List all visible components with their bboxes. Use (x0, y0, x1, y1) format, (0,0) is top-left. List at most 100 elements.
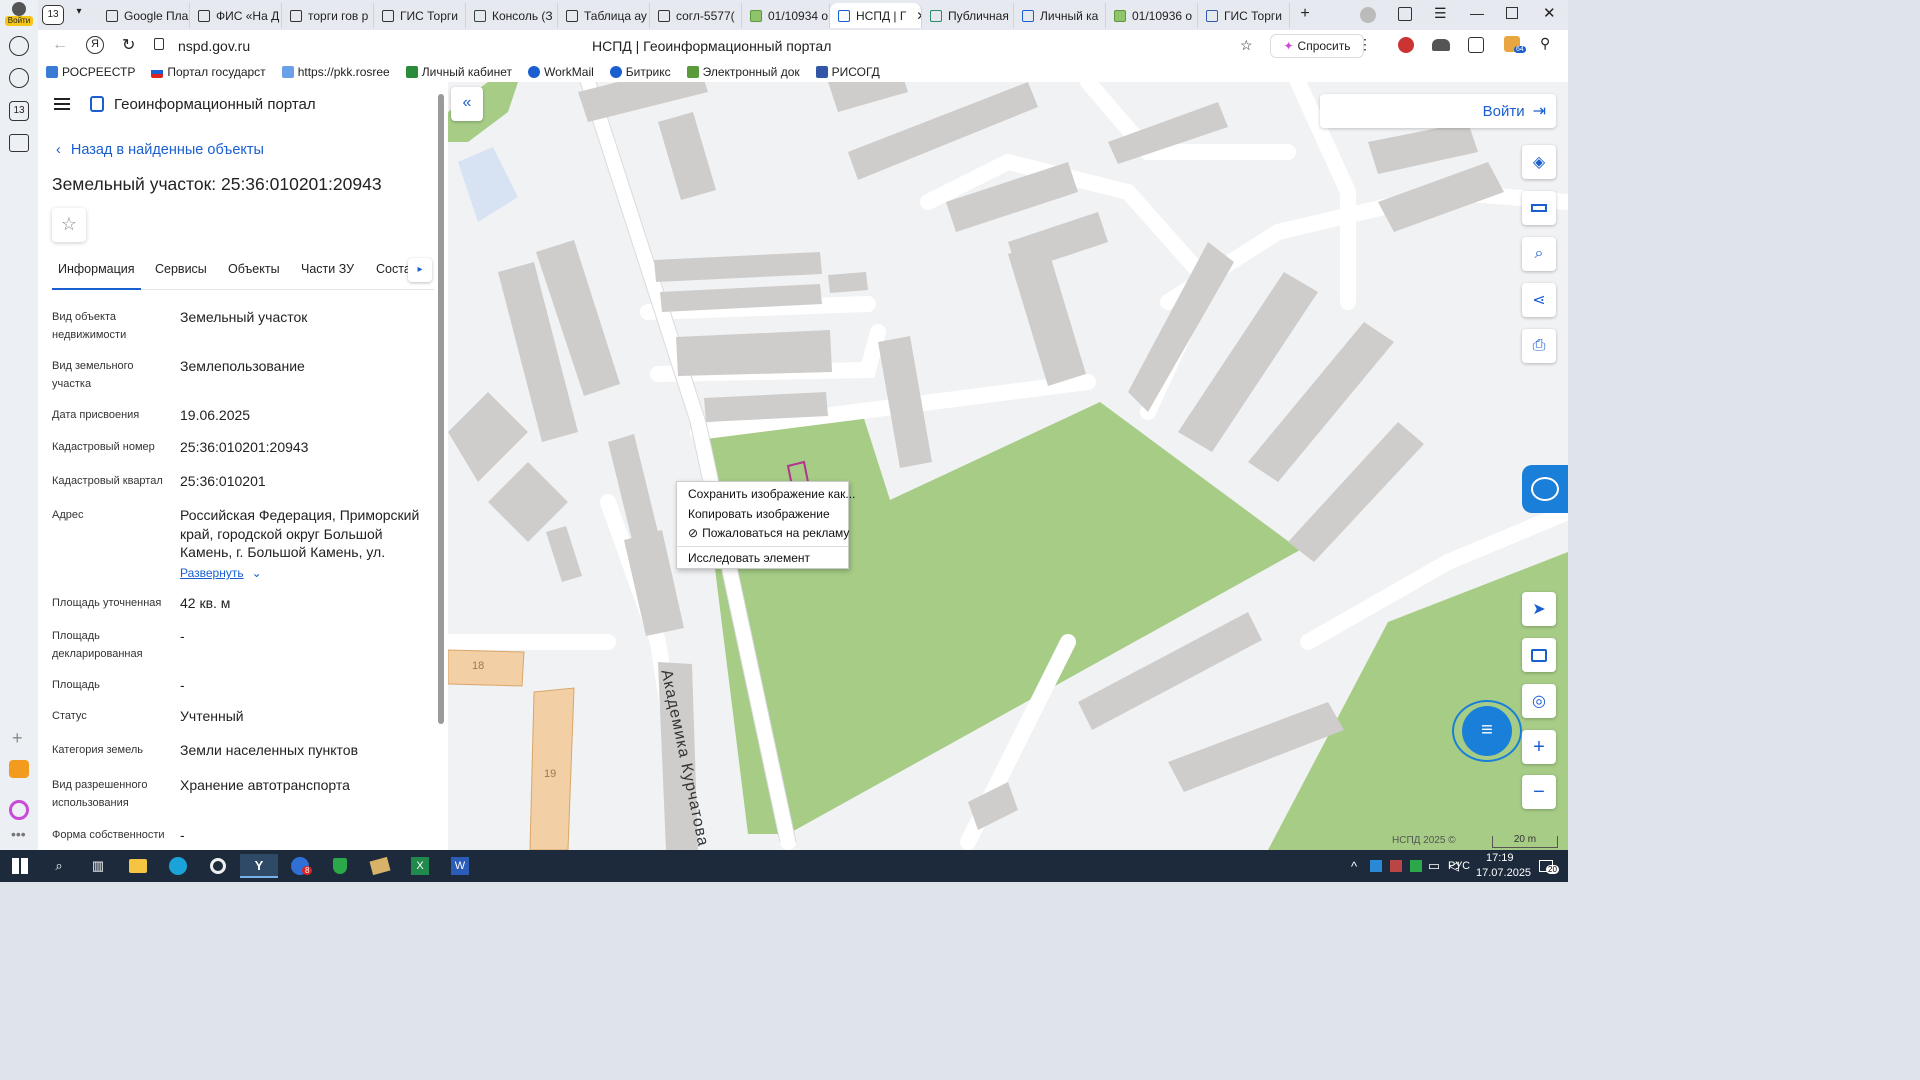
tab-6[interactable]: согл-5577( (650, 3, 742, 28)
bookmark-bitrix[interactable]: Битрикс (602, 65, 679, 79)
tab-12[interactable]: ГИС Торги (1198, 3, 1290, 28)
bookmark-gosuslugi[interactable]: Портал государст (143, 65, 273, 79)
more-icon[interactable]: ••• (11, 826, 26, 842)
tab-7[interactable]: 01/10934 о (742, 3, 830, 28)
clock-date[interactable]: 17.07.2025 (1476, 867, 1531, 879)
chat-button[interactable]: ≡ (1452, 700, 1522, 762)
tab-9[interactable]: Публичная (922, 3, 1014, 28)
notifications-button[interactable]: 20 (1532, 854, 1560, 878)
parcel-18[interactable] (448, 649, 525, 687)
expand-link[interactable]: Развернуть ⌄ (180, 566, 262, 580)
bookmark-pkk[interactable]: https://pkk.rosree (274, 65, 398, 79)
tab-objects[interactable]: Объекты (228, 262, 280, 276)
collapse-panel-button[interactable]: « (451, 87, 483, 121)
edge-button[interactable] (164, 854, 192, 878)
ask-button[interactable]: ✦ Спросить (1270, 34, 1364, 58)
geolocation-button[interactable]: ➤ (1522, 592, 1556, 626)
url-field[interactable]: nspd.gov.ru НСПД | Геоинформационный пор… (150, 34, 1298, 58)
bookmark-workmail[interactable]: WorkMail (520, 65, 602, 79)
share-button[interactable]: ⋖ (1522, 283, 1556, 317)
security-app-button[interactable] (326, 854, 354, 878)
back-icon[interactable]: ← (52, 36, 68, 54)
menu-item-save-image[interactable]: Сохранить изображение как... (688, 487, 855, 501)
history-icon[interactable] (9, 36, 29, 56)
tab-parts[interactable]: Части ЗУ (301, 262, 354, 276)
tabs-scroll-right-button[interactable]: ▸ (408, 258, 432, 282)
hamburger-icon[interactable] (54, 98, 70, 110)
camera-icon[interactable] (9, 134, 29, 152)
word-button[interactable]: W (446, 854, 474, 878)
bookmark-edo[interactable]: Электронный док (679, 65, 808, 79)
map-view[interactable]: 18 19 Академика Курчатова (448, 82, 1568, 850)
extension-icon-1[interactable] (1398, 37, 1414, 53)
print-button[interactable]: ⎙ (1522, 329, 1556, 363)
tab-5[interactable]: Таблица ау (558, 3, 650, 28)
extension-icon-4[interactable]: 64 (1504, 36, 1526, 53)
tab-4[interactable]: Консоль (З (466, 3, 558, 28)
zoom-out-button[interactable]: − (1522, 775, 1556, 809)
tab-8-active[interactable]: НСПД | Г✕ (830, 3, 922, 28)
menu-item-report-ad[interactable]: ⊘ Пожаловаться на рекламу (688, 526, 849, 540)
minimize-button[interactable]: — (1470, 5, 1484, 21)
layers-button[interactable]: ◈ (1522, 145, 1556, 179)
add-icon[interactable]: + (12, 728, 23, 749)
portal-title[interactable]: Геоинформационный портал (114, 96, 316, 113)
feedback-widget-button[interactable] (1522, 465, 1568, 513)
mail-icon[interactable] (9, 760, 29, 778)
search-button[interactable]: ⌕ (45, 854, 73, 878)
alice-icon[interactable] (9, 800, 29, 820)
explorer-button[interactable] (124, 854, 152, 878)
clock-time[interactable]: 17:19 (1486, 852, 1514, 864)
login-button[interactable]: Войти ⇥ (1320, 94, 1556, 128)
map-canvas[interactable] (448, 82, 1568, 850)
tab-information[interactable]: Информация (52, 262, 141, 290)
menu-icon[interactable]: ☰ (1434, 5, 1447, 22)
extension-icon-3[interactable] (1468, 37, 1484, 53)
extensions-puzzle-icon[interactable]: ⚲ (1540, 35, 1550, 52)
bookmark-risogd[interactable]: РИСОГД (808, 65, 888, 79)
tab-10[interactable]: Личный ка (1014, 3, 1106, 28)
language-indicator[interactable]: РУС (1448, 860, 1470, 872)
profile-button[interactable]: Войти (5, 2, 33, 26)
maximize-button[interactable] (1506, 7, 1518, 19)
tab-3[interactable]: ГИС Торги (374, 3, 466, 28)
collections-icon[interactable] (1398, 7, 1412, 21)
tab-11[interactable]: 01/10936 о (1106, 3, 1198, 28)
menu-item-copy-image[interactable]: Копировать изображение (688, 507, 830, 521)
bookmark-lk[interactable]: Личный кабинет (398, 65, 520, 79)
chrome-like-button[interactable] (204, 854, 232, 878)
bookmark-rosreestr[interactable]: РОСРЕЕСТР (38, 65, 143, 79)
bookmark-icon[interactable]: ☆ (1240, 37, 1253, 54)
tab-0[interactable]: Google Пла (98, 3, 190, 28)
location-search-button[interactable]: ◎ (1522, 684, 1556, 718)
tab-2[interactable]: торги гов р (282, 3, 374, 28)
chevron-down-icon[interactable]: ▾ (68, 6, 90, 24)
messenger-button[interactable]: 8 (286, 854, 314, 878)
minimap-button[interactable] (1522, 638, 1556, 672)
new-tab-button[interactable]: + (1294, 4, 1316, 26)
area-search-button[interactable]: ⌕ (1522, 237, 1556, 271)
tabs-count-icon[interactable]: 13 (9, 101, 29, 121)
close-window-button[interactable]: ✕ (1543, 4, 1556, 22)
tab-services[interactable]: Сервисы (155, 262, 207, 276)
favorite-button[interactable]: ☆ (52, 208, 86, 242)
extension-icon-2[interactable] (1432, 39, 1450, 51)
panel-scrollbar[interactable] (438, 94, 444, 724)
back-link[interactable]: ‹ Назад в найденные объекты (56, 142, 264, 158)
tab-1[interactable]: ФИС «На Д (190, 3, 282, 28)
reload-icon[interactable]: ↻ (122, 35, 135, 55)
more-options-icon[interactable]: ⋮ (1358, 36, 1372, 53)
yandex-icon[interactable]: Я (86, 36, 104, 54)
start-button[interactable] (6, 854, 34, 878)
task-view-button[interactable]: ▥ (84, 854, 112, 878)
excel-button[interactable]: X (406, 854, 434, 878)
ruler-button[interactable] (1522, 191, 1556, 225)
tab-counter[interactable]: 13 (42, 5, 64, 25)
play-icon[interactable] (9, 68, 29, 88)
tab-composition[interactable]: Соста (376, 262, 411, 276)
zoom-in-button[interactable]: + (1522, 730, 1556, 764)
yandex-browser-button[interactable]: Y (240, 854, 278, 878)
account-icon[interactable] (1360, 7, 1376, 23)
doc-app-button[interactable] (366, 854, 394, 878)
menu-item-inspect[interactable]: Исследовать элемент (688, 551, 810, 565)
